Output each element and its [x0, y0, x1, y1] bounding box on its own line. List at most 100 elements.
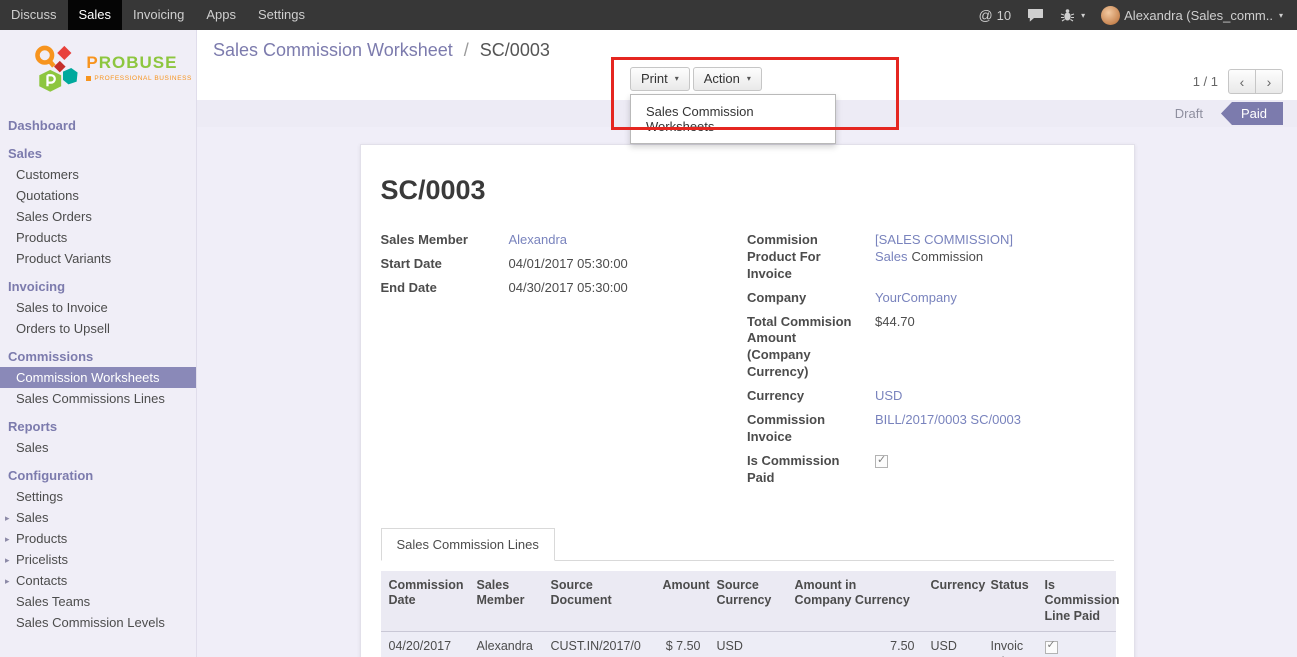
sidebar-item-label: Sales: [16, 440, 49, 455]
table-header-row: Commission DateSales MemberSource Docume…: [381, 571, 1116, 632]
breadcrumb-separator: /: [464, 40, 469, 60]
field-value: 04/30/2017 05:30:00: [509, 280, 748, 297]
mention-icon: @: [978, 7, 992, 23]
sidebar-item[interactable]: ▸ Sales: [0, 507, 196, 528]
sidebar-item-label: Quotations: [16, 188, 79, 203]
top-navbar: Discuss Sales Invoicing Apps Settings @ …: [0, 0, 1297, 30]
pager-next-button[interactable]: ›: [1255, 69, 1283, 94]
column-header[interactable]: Commission Date: [381, 571, 469, 632]
column-header[interactable]: Amount in Company Currency: [787, 571, 923, 632]
chat-icon: [1027, 8, 1044, 23]
sidebar-item[interactable]: Product Variants: [0, 248, 196, 269]
sidebar-item[interactable]: Invoicing: [0, 276, 196, 297]
cell-status: Invoiced: [983, 632, 1037, 657]
sidebar-item-label: Dashboard: [8, 118, 76, 133]
nav-menu-item[interactable]: Invoicing: [122, 0, 195, 30]
breadcrumb-parent-link[interactable]: Sales Commission Worksheet: [213, 40, 453, 60]
column-header[interactable]: Status: [983, 571, 1037, 632]
record-title: SC/0003: [381, 175, 1114, 206]
mentions-counter[interactable]: @ 10: [970, 0, 1019, 30]
sidebar-item[interactable]: Customers: [0, 164, 196, 185]
sidebar-item[interactable]: Sales Teams: [0, 591, 196, 612]
sidebar-item[interactable]: Sales to Invoice: [0, 297, 196, 318]
sidebar-item-label: Reports: [8, 419, 57, 434]
column-header[interactable]: Source Currency: [709, 571, 787, 632]
tab-sales-commission-lines[interactable]: Sales Commission Lines: [381, 528, 555, 561]
main-area: Sales Commission Worksheet / SC/0003 Pri…: [197, 30, 1297, 657]
messages-button[interactable]: [1019, 0, 1052, 30]
nav-menu-item[interactable]: Settings: [247, 0, 316, 30]
field-value-text[interactable]: Alexandra: [509, 232, 568, 247]
field-value-text[interactable]: USD: [875, 388, 902, 403]
form-field: Sales Member Alexandra: [381, 232, 748, 249]
field-value-text[interactable]: BILL/2017/0003 SC/0003: [875, 412, 1021, 427]
logo-subtitle: PROFESSIONAL BUSINESS: [86, 75, 192, 82]
column-header[interactable]: Source Document: [543, 571, 655, 632]
print-dropdown-menu: Sales Commission Worksheets: [630, 94, 836, 144]
cell-currency: USD: [923, 632, 983, 657]
nav-menu-item[interactable]: Sales: [68, 0, 123, 30]
sidebar-item[interactable]: Sales Commissions Lines: [0, 388, 196, 409]
check-icon: ✓: [1047, 639, 1056, 653]
print-button-label: Print: [641, 71, 668, 86]
field-value: 04/01/2017 05:30:00: [509, 256, 748, 273]
column-header[interactable]: Is Commission Line Paid: [1037, 571, 1116, 632]
pager-previous-button[interactable]: ‹: [1228, 69, 1256, 94]
sidebar-item[interactable]: Reports: [0, 416, 196, 437]
sidebar-item-label: Customers: [16, 167, 79, 182]
column-header[interactable]: Currency: [923, 571, 983, 632]
nav-menu-item[interactable]: Discuss: [0, 0, 68, 30]
sidebar-item[interactable]: ▸ Pricelists: [0, 549, 196, 570]
status-stage-paid[interactable]: Paid: [1221, 102, 1283, 125]
print-button[interactable]: Print ▾: [630, 67, 690, 91]
status-stage-draft[interactable]: Draft: [1157, 106, 1221, 121]
user-menu[interactable]: Alexandra (Sales_comm.. ▾: [1093, 0, 1291, 30]
dropdown-item-sales-commission-worksheets[interactable]: Sales Commission Worksheets: [631, 99, 835, 139]
column-header[interactable]: Amount: [655, 571, 709, 632]
pager-count: 1 / 1: [1193, 74, 1218, 89]
navbar-spacer: [316, 0, 970, 30]
sidebar-item-label: Sales: [8, 146, 42, 161]
field-value-text[interactable]: YourCompany: [875, 290, 957, 305]
sidebar-item[interactable]: Quotations: [0, 185, 196, 206]
probuse-logo[interactable]: PROBUSE PROFESSIONAL BUSINESS: [0, 30, 196, 104]
checkbox-checked-icon: ✓: [1045, 641, 1058, 654]
sidebar-item-label: Settings: [16, 489, 63, 504]
user-name: Alexandra (Sales_comm..: [1124, 8, 1273, 23]
sidebar-item[interactable]: Sales: [0, 437, 196, 458]
sidebar-item[interactable]: Commissions: [0, 346, 196, 367]
sidebar-item[interactable]: Configuration: [0, 465, 196, 486]
sidebar-item[interactable]: Dashboard: [0, 115, 196, 136]
sidebar-item[interactable]: Orders to Upsell: [0, 318, 196, 339]
sidebar-item-label: Commissions: [8, 349, 93, 364]
sidebar-item[interactable]: Sales Orders: [0, 206, 196, 227]
breadcrumb-current: SC/0003: [480, 40, 550, 60]
sidebar-item[interactable]: ▸ Contacts: [0, 570, 196, 591]
field-groups: Sales Member Alexandra Start Date 04/01/…: [381, 232, 1114, 494]
sidebar-item[interactable]: Sales Commission Levels: [0, 612, 196, 633]
sidebar-item[interactable]: Settings: [0, 486, 196, 507]
sidebar-item-label: Sales Orders: [16, 209, 92, 224]
cell-amount-company-currency: 7.50: [787, 632, 923, 657]
column-header[interactable]: Sales Member: [469, 571, 543, 632]
avatar: [1101, 6, 1120, 25]
debug-menu-button[interactable]: ▾: [1052, 0, 1093, 30]
sidebar-item[interactable]: Products: [0, 227, 196, 248]
cell-sales-member: Alexandra: [469, 632, 543, 657]
sidebar-item[interactable]: ▸ Products: [0, 528, 196, 549]
breadcrumb: Sales Commission Worksheet / SC/0003: [213, 40, 550, 61]
sidebar-item-label: Sales Commission Levels: [16, 615, 165, 630]
field-value: Alexandra: [509, 232, 748, 249]
field-label: Sales Member: [381, 232, 509, 249]
field-value: ✓: [875, 453, 1114, 487]
sidebar-item[interactable]: Sales: [0, 143, 196, 164]
cell-source-document: CUST.IN/2017/0001: [543, 632, 655, 657]
sidebar-item[interactable]: Commission Worksheets: [0, 367, 196, 388]
commission-lines-table: Commission DateSales MemberSource Docume…: [381, 571, 1116, 657]
nav-menu-item[interactable]: Apps: [195, 0, 247, 30]
table-row[interactable]: 04/20/2017 05:30:00 Alexandra CUST.IN/20…: [381, 632, 1116, 657]
action-button[interactable]: Action ▾: [693, 67, 762, 91]
checkbox-checked-icon: ✓: [875, 455, 888, 468]
form-sheet: SC/0003 Sales Member Alexandra: [360, 144, 1135, 657]
cell-source-currency: USD: [709, 632, 787, 657]
